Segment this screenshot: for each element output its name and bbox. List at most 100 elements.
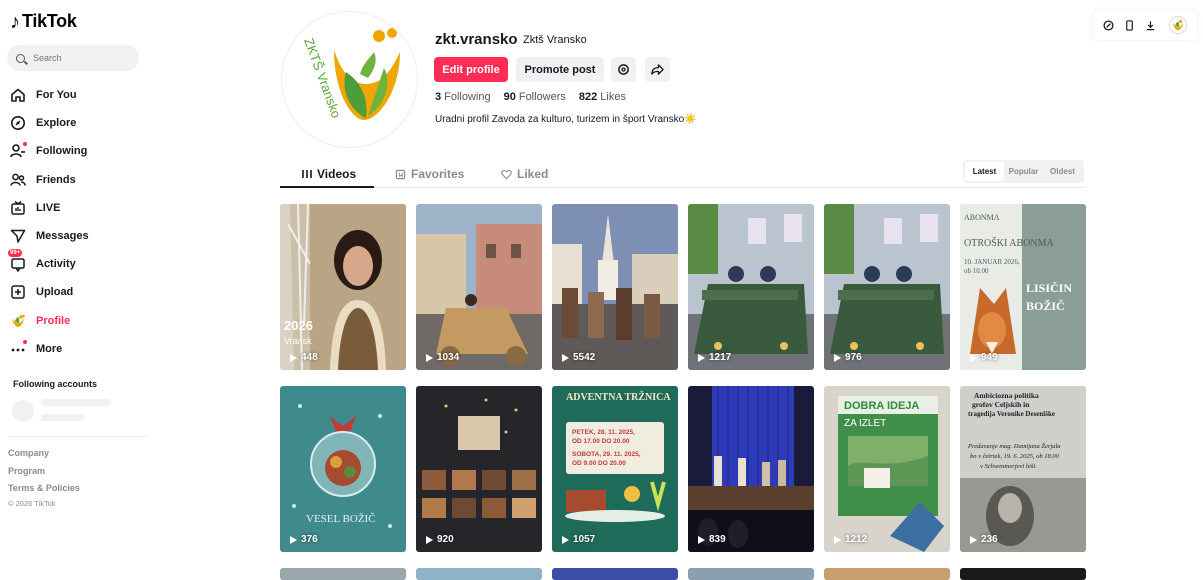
sidebar-item-live[interactable]: LIVE [9, 194, 144, 222]
video-thumbnail[interactable]: 839 [688, 386, 814, 552]
gear-icon [618, 64, 629, 75]
view-count: 949 [970, 352, 998, 363]
tab-favorites[interactable]: Favorites [395, 160, 464, 188]
search-input[interactable] [33, 53, 123, 63]
play-icon [290, 353, 297, 362]
sidebar-item-friends[interactable]: Friends [9, 166, 144, 194]
sidebar-item-label: More [36, 342, 63, 355]
svg-text:OD 9.00 DO 20.00: OD 9.00 DO 20.00 [572, 460, 626, 467]
tab-liked[interactable]: Liked [501, 160, 548, 188]
notification-dot [23, 142, 27, 147]
profile-avatar[interactable]: ZKTŠ Vransko [281, 11, 418, 148]
svg-text:DOBRA IDEJA: DOBRA IDEJA [844, 400, 919, 412]
video-thumbnail[interactable] [280, 568, 406, 580]
video-thumbnail[interactable] [688, 568, 814, 580]
svg-text:ABONMA: ABONMA [964, 213, 1000, 222]
svg-text:v Schwentnerjevi hiši.: v Schwentnerjevi hiši. [980, 463, 1037, 470]
video-thumbnail[interactable]: 1034 [416, 204, 542, 370]
view-count: 448 [290, 352, 318, 363]
svg-text:bo v četrtek, 19. 6. 2025, ob: bo v četrtek, 19. 6. 2025, ob 18.00 [970, 453, 1060, 460]
likes-label: Likes [600, 91, 626, 103]
play-icon [290, 535, 297, 544]
sidebar-item-profile[interactable]: Profile [9, 307, 144, 335]
download-icon[interactable] [1144, 19, 1156, 31]
svg-text:BOŽIČ: BOŽIČ [1026, 299, 1065, 313]
sort-oldest[interactable]: Oldest [1043, 162, 1082, 181]
video-thumbnail[interactable]: Ambiciozna politika grofov Celjskih in t… [960, 386, 1086, 552]
video-thumbnail[interactable] [552, 568, 678, 580]
sort-toggle: Latest Popular Oldest [963, 160, 1084, 183]
sidebar-item-messages[interactable]: Messages [9, 222, 144, 250]
grid-icon [302, 170, 312, 178]
svg-text:tragedija Veronike Deseniške: tragedija Veronike Deseniške [968, 410, 1055, 418]
footer-link-terms[interactable]: Terms & Policies [8, 483, 80, 501]
notification-dot [23, 339, 27, 344]
sidebar-item-label: Activity [36, 258, 76, 271]
search-icon [16, 53, 25, 63]
footer-link-program[interactable]: Program [8, 466, 80, 484]
video-thumbnail[interactable]: 5542 [552, 204, 678, 370]
view-count: 1217 [698, 352, 731, 363]
friends-icon [9, 171, 27, 189]
settings-button[interactable] [611, 57, 636, 82]
tab-videos[interactable]: Videos [302, 160, 356, 188]
edit-profile-button[interactable]: Edit profile [434, 57, 508, 82]
sidebar-item-label: Profile [36, 314, 71, 327]
svg-text:10. JANUAR 2026,: 10. JANUAR 2026, [964, 258, 1020, 266]
bookmark-icon [395, 169, 406, 179]
play-icon [426, 535, 433, 544]
video-thumbnail[interactable]: 920 [416, 386, 542, 552]
sort-latest[interactable]: Latest [965, 162, 1004, 181]
sidebar-item-for-you[interactable]: For You [9, 81, 144, 109]
search-bar[interactable] [7, 45, 139, 71]
video-thumbnail[interactable] [824, 568, 950, 580]
following-count: 3 [435, 91, 442, 103]
view-count: 5542 [562, 352, 595, 363]
video-thumbnail[interactable]: 976 [824, 204, 950, 370]
followers-count: 90 [503, 91, 516, 103]
tiktok-note-icon: ♪ [10, 10, 20, 33]
svg-text:VESEL BOŽIČ: VESEL BOŽIČ [306, 513, 376, 525]
play-icon [834, 535, 841, 544]
svg-text:PETEK, 28. 11. 2025,: PETEK, 28. 11. 2025, [572, 429, 635, 436]
view-count: 920 [426, 534, 454, 545]
play-icon [426, 353, 433, 362]
video-thumbnail[interactable]: ADVENTNA TRŽNICA PETEK, 28. 11. 2025, OD… [552, 386, 678, 552]
tiktok-logo[interactable]: ♪ TikTok [10, 11, 77, 32]
following-stat[interactable]: 3 Following [435, 91, 491, 103]
tab-label: Videos [317, 167, 357, 181]
video-thumbnail[interactable] [416, 568, 542, 580]
tab-label: Favorites [411, 167, 465, 181]
device-icon[interactable] [1123, 19, 1135, 31]
play-icon [834, 353, 841, 362]
video-thumbnail[interactable]: DOBRA IDEJA ZA IZLET 1212 [824, 386, 950, 552]
sidebar-item-activity[interactable]: 99+ Activity [8, 249, 144, 278]
sidebar-item-upload[interactable]: Upload [9, 278, 144, 306]
user-avatar[interactable] [1169, 16, 1187, 34]
sidebar-item-label: For You [36, 89, 77, 102]
video-thumbnail[interactable]: 1217 [688, 204, 814, 370]
sidebar-item-more[interactable]: More [9, 335, 144, 363]
followers-stat[interactable]: 90 Followers [504, 91, 566, 103]
upload-icon [9, 283, 27, 301]
skeleton-line [41, 399, 111, 406]
video-thumbnail[interactable] [960, 568, 1086, 580]
sort-popular[interactable]: Popular [1004, 162, 1043, 181]
likes-stat: 822 Likes [579, 91, 626, 103]
promote-post-button[interactable]: Promote post [516, 57, 604, 82]
sidebar-item-label: Upload [36, 286, 74, 299]
sidebar-item-explore[interactable]: Explore [9, 109, 144, 137]
compass-icon [9, 114, 27, 132]
sidebar-item-following[interactable]: Following [9, 137, 144, 165]
active-tab-underline [280, 186, 374, 188]
footer-link-company[interactable]: Company [8, 448, 80, 466]
video-thumbnail[interactable]: ABONMA OTROŠKI ABONMA 10. JANUAR 2026, o… [960, 204, 1086, 370]
video-thumbnail[interactable]: 2026 Vransk 448 [280, 204, 406, 370]
share-icon [651, 64, 664, 75]
sidebar-divider [8, 436, 148, 437]
coin-icon[interactable] [1102, 19, 1114, 31]
share-button[interactable] [645, 57, 670, 82]
play-icon [970, 353, 977, 362]
svg-text:SOBOTA, 29. 11. 2025,: SOBOTA, 29. 11. 2025, [572, 451, 641, 458]
video-thumbnail[interactable]: VESEL BOŽIČ 376 [280, 386, 406, 552]
